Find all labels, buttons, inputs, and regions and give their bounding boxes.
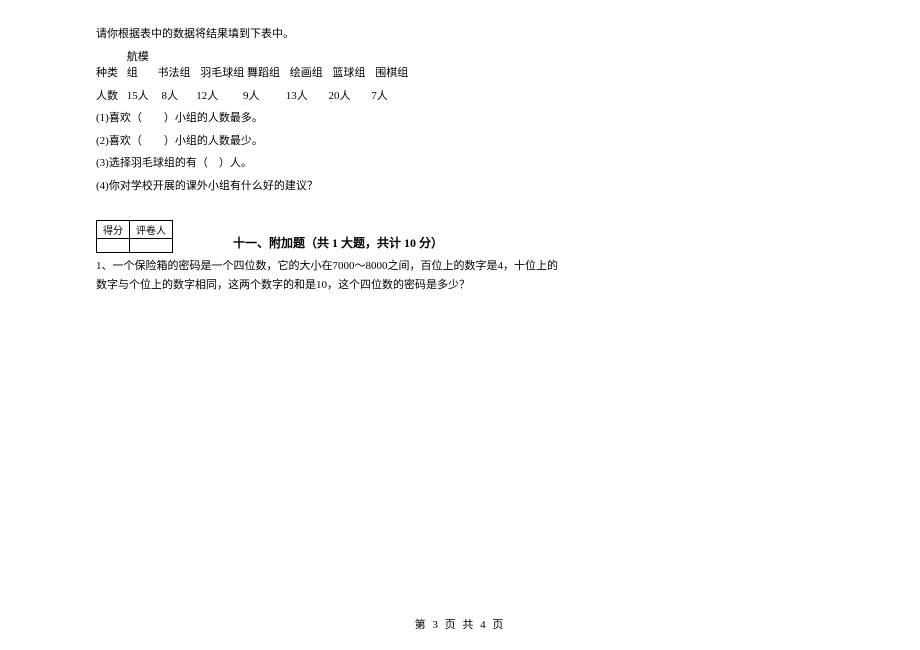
table-col-7: 围棋组 [375, 65, 411, 82]
problem-11-1: 1、一个保险箱的密码是一个四位数，它的大小在7000～8000之间，百位上的数字… [96, 257, 824, 294]
problem-prefix: 1、 [96, 260, 113, 272]
score-value-cell [97, 239, 130, 253]
problem-line-2: 数字与个位上的数字相同，这两个数字的和是10，这个四位数的密码是多少？ [96, 276, 824, 295]
question-4: (4)你对学校开展的课外小组有什么好的建议？ [96, 178, 824, 195]
reviewer-value-cell [130, 239, 173, 253]
table-col-6: 篮球组 [333, 65, 373, 82]
table-col-1: 航模组 [127, 49, 155, 82]
table-count-label: 人数 [96, 88, 118, 105]
count-2: 8人 [162, 88, 194, 105]
question-3: (3)选择羽毛球组的有（ ）人。 [96, 155, 824, 172]
page-footer: 第 3 页 共 4 页 [0, 616, 920, 632]
score-table: 得分 评卷人 [96, 220, 173, 253]
table-col-2: 书法组 [158, 65, 198, 82]
table-header-row: 种类 航模组 书法组 羽毛球组 舞蹈组 绘画组 篮球组 围棋组 [96, 49, 824, 82]
count-5: 13人 [286, 88, 326, 105]
table-count-row: 人数 15人 8人 12人 9人 13人 20人 7人 [96, 88, 824, 105]
reviewer-label-cell: 评卷人 [130, 221, 173, 239]
score-section: 得分 评卷人 十一、附加题（共 1 大题，共计 10 分） [96, 220, 824, 253]
count-4: 9人 [243, 88, 283, 105]
problem-line-1: 一个保险箱的密码是一个四位数，它的大小在7000～8000之间，百位上的数字是4… [113, 260, 559, 272]
question-1: (1)喜欢（ ）小组的人数最多。 [96, 110, 824, 127]
page-content: 请你根据表中的数据将结果填到下表中。 种类 航模组 书法组 羽毛球组 舞蹈组 绘… [0, 0, 920, 294]
table-col-3: 羽毛球组 [200, 65, 244, 82]
count-1: 15人 [127, 88, 159, 105]
section-11-title: 十一、附加题（共 1 大题，共计 10 分） [233, 234, 443, 253]
count-6: 20人 [329, 88, 369, 105]
question-2: (2)喜欢（ ）小组的人数最少。 [96, 133, 824, 150]
count-7: 7人 [371, 88, 399, 105]
score-label-cell: 得分 [97, 221, 130, 239]
table-header-label: 种类 [96, 65, 118, 82]
intro-text: 请你根据表中的数据将结果填到下表中。 [96, 26, 824, 43]
count-3: 12人 [196, 88, 240, 105]
table-col-4: 舞蹈组 [247, 65, 287, 82]
table-col-5: 绘画组 [290, 65, 330, 82]
